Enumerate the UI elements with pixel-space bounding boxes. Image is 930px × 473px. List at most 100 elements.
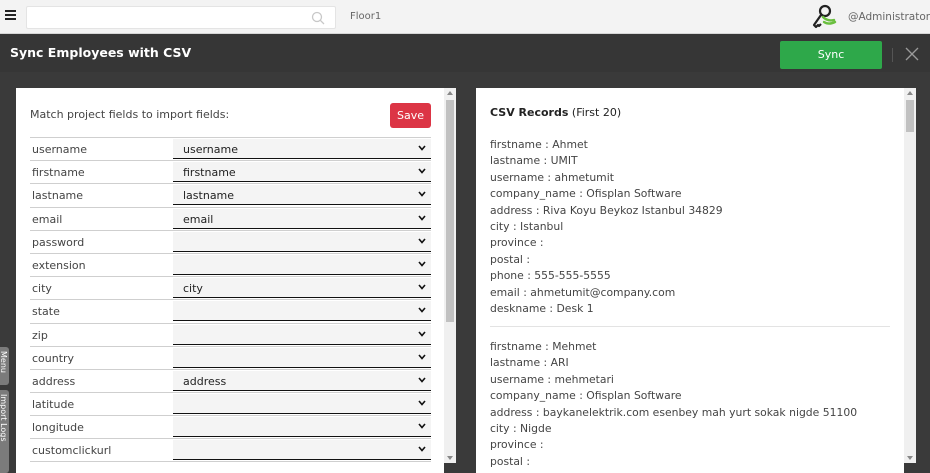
- search-input[interactable]: [26, 6, 336, 29]
- import-field-select[interactable]: email: [173, 208, 431, 229]
- chevron-down-icon: [418, 446, 426, 453]
- project-field-name: latitude: [32, 398, 75, 412]
- modal-title: Sync Employees with CSV: [10, 45, 192, 60]
- chevron-down-icon: [418, 284, 426, 290]
- import-logs-side-tab[interactable]: Import Logs: [0, 390, 9, 473]
- import-field-select[interactable]: [173, 417, 431, 438]
- csv-record-line: province :: [490, 438, 544, 452]
- csv-title-suffix: (First 20): [568, 106, 622, 119]
- scroll-up-icon[interactable]: [447, 91, 453, 95]
- csv-record-line: username : mehmetari: [490, 372, 614, 386]
- chevron-down-icon: [418, 307, 426, 314]
- modal-body: Match project fields to import fields: S…: [0, 72, 930, 473]
- project-field-name: country: [32, 351, 75, 365]
- project-field-name: city: [32, 282, 52, 296]
- project-field-name: password: [32, 235, 85, 249]
- csv-scrollbar[interactable]: [904, 88, 916, 463]
- csv-record-line: lastname : ARI: [490, 356, 569, 370]
- import-field-select[interactable]: [173, 440, 431, 461]
- chevron-down-icon: [418, 261, 426, 267]
- csv-records-title: CSV Records (First 20): [490, 106, 621, 119]
- chevron-down-icon: [418, 423, 426, 429]
- import-field-value: address: [183, 374, 227, 388]
- project-field-name: lastname: [32, 189, 84, 203]
- top-bar: Floor1 @Administrator: [0, 0, 930, 34]
- import-field-select[interactable]: firstname: [173, 162, 431, 183]
- close-icon[interactable]: [905, 47, 919, 61]
- project-field-name: username: [32, 143, 87, 156]
- import-field-select[interactable]: [173, 394, 431, 415]
- import-field-value: lastname: [183, 189, 235, 203]
- mapping-scrollbar[interactable]: [444, 88, 456, 463]
- csv-record: firstname : Ahmet lastname : UMIT username…: [490, 137, 890, 317]
- hamburger-menu-icon[interactable]: [5, 10, 16, 20]
- csv-title-bold: CSV Records: [490, 106, 569, 119]
- csv-record-line: deskname : Desk 1: [490, 302, 594, 316]
- floor-label[interactable]: Floor1: [350, 11, 381, 22]
- chevron-down-icon: [418, 377, 426, 383]
- scroll-down-icon[interactable]: [447, 456, 453, 460]
- import-field-select[interactable]: [173, 231, 431, 252]
- import-field-value: firstname: [183, 166, 236, 180]
- project-field-name: longitude: [32, 421, 84, 435]
- menu-tab-label: Menu: [0, 351, 8, 373]
- project-field-name: email: [32, 212, 63, 226]
- field-mapping-row: extension: [30, 252, 431, 276]
- csv-record-line: province :: [490, 236, 544, 250]
- import-field-select[interactable]: [173, 324, 431, 345]
- csv-record-line: phone : 555-555-5555: [490, 269, 611, 283]
- mapping-scroll-thumb[interactable]: [446, 100, 454, 322]
- save-button[interactable]: Save: [390, 103, 431, 128]
- project-field-name: extension: [32, 258, 86, 272]
- import-field-select[interactable]: [173, 254, 431, 275]
- import-field-select[interactable]: [173, 301, 431, 322]
- user-name[interactable]: @Administrator: [848, 11, 930, 23]
- import-field-select[interactable]: lastname: [173, 185, 431, 206]
- csv-record-line: city : Nigde: [490, 422, 552, 436]
- user-key-icon[interactable]: [810, 3, 838, 31]
- chevron-down-icon: [418, 168, 426, 174]
- chevron-down-icon: [418, 238, 426, 244]
- sync-button[interactable]: Sync: [780, 41, 882, 69]
- field-mapping-row: country: [30, 345, 431, 369]
- field-mapping-row: state: [30, 299, 431, 322]
- csv-record-line: lastname : UMIT: [490, 154, 578, 168]
- field-mapping-row: longitude: [30, 415, 431, 438]
- import-field-select[interactable]: [173, 347, 431, 368]
- csv-record-line: company_name : Ofisplan Software: [490, 187, 682, 201]
- csv-record-line: address : baykanelektrik.com esenbey mah…: [490, 405, 858, 419]
- field-mapping-row: latitude: [30, 392, 431, 415]
- import-field-select[interactable]: city: [173, 278, 431, 299]
- field-mapping-row: password: [30, 229, 431, 253]
- scroll-up-icon[interactable]: [907, 91, 913, 95]
- import-field-value: email: [183, 212, 214, 226]
- modal-header: Sync Employees with CSV Sync: [0, 34, 930, 72]
- field-mapping-panel: Match project fields to import fields: S…: [16, 88, 444, 473]
- csv-scroll-thumb[interactable]: [906, 100, 914, 132]
- field-mapping-row: username username: [30, 137, 431, 160]
- search-icon[interactable]: [311, 11, 325, 25]
- project-field-name: firstname: [32, 166, 85, 180]
- project-field-name: address: [32, 374, 76, 388]
- chevron-down-icon: [418, 191, 426, 198]
- field-mapping-row: customclickurl: [30, 438, 431, 462]
- chevron-down-icon: [418, 215, 426, 221]
- field-mapping-row: lastname lastname: [30, 183, 431, 206]
- csv-record-line: city : Istanbul: [490, 220, 564, 234]
- csv-record-line: username : ahmetumit: [490, 170, 614, 184]
- chevron-down-icon: [418, 400, 426, 406]
- import-field-value: city: [183, 282, 203, 296]
- csv-record-line: address : Riva Koyu Beykoz Istanbul 3482…: [490, 203, 723, 217]
- import-field-select[interactable]: username: [173, 139, 431, 159]
- project-field-name: customclickurl: [32, 444, 112, 458]
- import-field-select[interactable]: address: [173, 370, 431, 391]
- csv-record-line: postal :: [490, 454, 531, 468]
- scroll-down-icon[interactable]: [907, 456, 913, 460]
- chevron-down-icon: [418, 330, 426, 337]
- chevron-down-icon: [418, 145, 426, 151]
- menu-side-tab[interactable]: Menu: [0, 347, 9, 385]
- csv-record-line: email : ahmetumit@company.com: [490, 285, 676, 299]
- field-mapping-row: zip: [30, 322, 431, 346]
- csv-record-line: postal :: [490, 252, 531, 266]
- field-mapping-row: firstname firstname: [30, 160, 431, 183]
